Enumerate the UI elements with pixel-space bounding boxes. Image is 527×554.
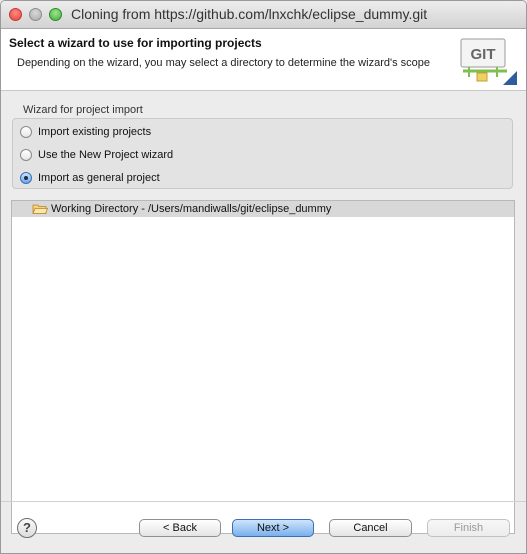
back-button[interactable]: < Back xyxy=(139,519,221,537)
zoom-window-button[interactable] xyxy=(49,8,62,21)
close-window-button[interactable] xyxy=(9,8,22,21)
git-logo-text: GIT xyxy=(471,46,496,63)
help-button[interactable]: ? xyxy=(17,518,37,538)
radio-label: Import existing projects xyxy=(38,126,152,138)
wizard-window: Cloning from https://github.com/lnxchk/e… xyxy=(0,0,527,554)
wizard-radio-group: Import existing projects Use the New Pro… xyxy=(12,118,513,189)
wizard-group-label: Wizard for project import xyxy=(23,104,143,116)
radio-label: Use the New Project wizard xyxy=(38,149,174,161)
radio-label: Import as general project xyxy=(38,172,160,184)
window-title: Cloning from https://github.com/lnxchk/e… xyxy=(71,6,428,22)
minimize-window-button[interactable] xyxy=(29,8,42,21)
cancel-button[interactable]: Cancel xyxy=(329,519,412,537)
tree-item-working-directory[interactable]: Working Directory - /Users/mandiwalls/gi… xyxy=(12,201,514,217)
directory-tree[interactable]: Working Directory - /Users/mandiwalls/gi… xyxy=(11,200,515,534)
next-button[interactable]: Next > xyxy=(232,519,314,537)
radio-import-as-general-project[interactable]: Import as general project xyxy=(20,169,160,187)
wizard-footer: ? < Back Next > Cancel Finish xyxy=(1,501,526,553)
page-description: Depending on the wizard, you may select … xyxy=(17,57,430,69)
finish-button[interactable]: Finish xyxy=(427,519,510,537)
title-bar: Cloning from https://github.com/lnxchk/e… xyxy=(1,1,526,29)
radio-button[interactable] xyxy=(20,149,32,161)
radio-import-existing-projects[interactable]: Import existing projects xyxy=(20,123,151,141)
wizard-header: Select a wizard to use for importing pro… xyxy=(1,29,526,91)
radio-use-new-project-wizard[interactable]: Use the New Project wizard xyxy=(20,146,173,164)
git-logo-icon: GIT xyxy=(460,38,517,85)
tree-item-label: Working Directory - /Users/mandiwalls/gi… xyxy=(51,203,332,215)
folder-open-icon xyxy=(32,204,48,214)
radio-button-selected[interactable] xyxy=(20,172,32,184)
radio-button[interactable] xyxy=(20,126,32,138)
page-title: Select a wizard to use for importing pro… xyxy=(9,36,262,50)
wizard-content: Wizard for project import Import existin… xyxy=(1,91,526,534)
